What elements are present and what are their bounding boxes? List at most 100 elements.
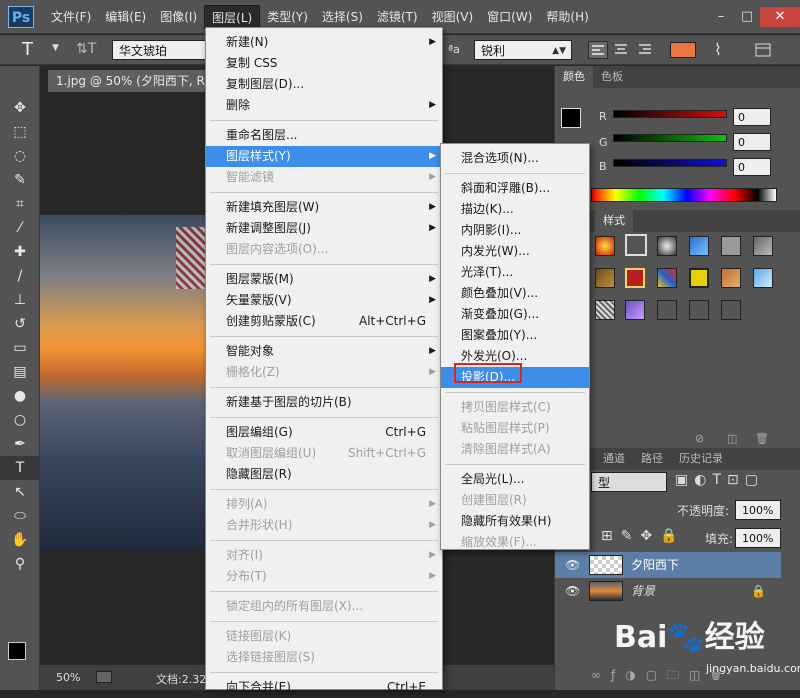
menu-item[interactable]: 隐藏所有效果(H): [441, 511, 589, 532]
channel-r-value[interactable]: 0: [733, 108, 771, 126]
tab-history[interactable]: 历史记录: [671, 448, 731, 470]
warp-text-icon[interactable]: ⌇: [714, 40, 722, 59]
menu-layer[interactable]: 图层(L): [204, 4, 261, 29]
opacity-value[interactable]: 100%: [735, 500, 781, 520]
style-swatch[interactable]: [595, 236, 615, 256]
menu-item[interactable]: 描边(K)...: [441, 199, 589, 220]
new-style-icon[interactable]: ◫: [727, 432, 737, 445]
menu-item[interactable]: 颜色叠加(V)...: [441, 283, 589, 304]
menu-item[interactable]: 删除 ▶: [206, 95, 442, 116]
menu-item[interactable]: 复制 CSS: [206, 53, 442, 74]
style-swatch[interactable]: [753, 268, 773, 288]
tab-channels[interactable]: 通道: [595, 448, 633, 470]
channel-b-value[interactable]: 0: [733, 158, 771, 176]
tool-preset-arrow-icon[interactable]: ▼: [52, 43, 59, 53]
crop-tool-icon[interactable]: ⌗: [0, 192, 40, 216]
tab-paths[interactable]: 路径: [633, 448, 671, 470]
menu-edit[interactable]: 编辑(E): [98, 5, 153, 29]
menu-item[interactable]: 斜面和浮雕(B)...: [441, 178, 589, 199]
delete-style-icon[interactable]: 🗑: [755, 432, 769, 445]
visibility-eye-icon[interactable]: 👁: [565, 578, 580, 604]
style-swatch[interactable]: [721, 268, 741, 288]
text-color-swatch[interactable]: [670, 42, 696, 58]
visibility-eye-icon[interactable]: 👁: [565, 552, 580, 578]
style-swatch[interactable]: [657, 300, 677, 320]
eyedropper-tool-icon[interactable]: ⁄: [0, 216, 40, 240]
menu-file[interactable]: 文件(F): [44, 5, 98, 29]
color-fg-swatch[interactable]: [561, 108, 581, 128]
menu-item[interactable]: 混合选项(N)...: [441, 148, 589, 169]
close-button[interactable]: ✕: [760, 6, 800, 27]
menu-item[interactable]: 新建基于图层的切片(B): [206, 392, 442, 413]
pen-tool-icon[interactable]: ✒: [0, 432, 40, 456]
menu-item[interactable]: 隐藏图层(R): [206, 464, 442, 485]
fill-value[interactable]: 100%: [735, 528, 781, 548]
tab-color[interactable]: 颜色: [555, 66, 593, 88]
style-swatch[interactable]: [721, 300, 741, 320]
path-select-tool-icon[interactable]: ↖: [0, 480, 40, 504]
marquee-tool-icon[interactable]: ⬚: [0, 120, 40, 144]
menu-window[interactable]: 窗口(W): [480, 5, 539, 29]
menu-filter[interactable]: 滤镜(T): [370, 5, 425, 29]
menu-select[interactable]: 选择(S): [315, 5, 370, 29]
hand-tool-icon[interactable]: ✋: [0, 528, 40, 552]
layer-name[interactable]: 夕阳西下: [631, 552, 679, 578]
menu-type[interactable]: 类型(Y): [260, 5, 315, 29]
align-left-button[interactable]: [588, 41, 608, 59]
menu-item[interactable]: 新建(N) ▶: [206, 32, 442, 53]
menu-item[interactable]: 创建剪贴蒙版(C) Alt+Ctrl+G: [206, 311, 442, 332]
style-swatch[interactable]: [689, 236, 709, 256]
style-swatch[interactable]: [625, 300, 645, 320]
menu-item[interactable]: 向下合并(E) Ctrl+E: [206, 677, 442, 698]
style-swatch[interactable]: [595, 268, 615, 288]
gradient-tool-icon[interactable]: ▤: [0, 360, 40, 384]
maximize-button[interactable]: □: [734, 7, 760, 27]
blur-tool-icon[interactable]: ●: [0, 384, 40, 408]
move-tool-icon[interactable]: ✥: [0, 96, 40, 120]
menu-item[interactable]: 新建调整图层(J) ▶: [206, 218, 442, 239]
style-swatch[interactable]: [657, 236, 677, 256]
brush-tool-icon[interactable]: ∕: [0, 264, 40, 288]
font-family-select[interactable]: 华文琥珀: [112, 40, 206, 60]
menu-item[interactable]: 图层编组(G) Ctrl+G: [206, 422, 442, 443]
quick-select-tool-icon[interactable]: ✎: [0, 168, 40, 192]
tab-swatches[interactable]: 色板: [593, 66, 631, 88]
clear-style-icon[interactable]: ⊘: [695, 432, 704, 445]
layer-row-background[interactable]: 👁 背景 🔒: [555, 578, 781, 604]
foreground-color-swatch[interactable]: [8, 642, 26, 660]
layer-name[interactable]: 背景: [631, 578, 655, 604]
menu-item[interactable]: 图案叠加(Y)...: [441, 325, 589, 346]
menu-item[interactable]: 内阴影(I)...: [441, 220, 589, 241]
eraser-tool-icon[interactable]: ▭: [0, 336, 40, 360]
align-right-button[interactable]: [636, 41, 656, 59]
style-swatch[interactable]: [595, 300, 615, 320]
layer-row-sunset[interactable]: 👁 夕阳西下: [555, 552, 781, 578]
channel-r-slider[interactable]: [613, 110, 727, 118]
channel-b-slider[interactable]: [613, 159, 727, 167]
align-center-button[interactable]: [612, 41, 632, 59]
menu-item[interactable]: 渐变叠加(G)...: [441, 304, 589, 325]
layer-kind-filter[interactable]: 型: [591, 472, 667, 492]
menu-help[interactable]: 帮助(H): [539, 5, 595, 29]
anti-alias-select[interactable]: 锐利 ▲▼: [474, 40, 572, 60]
menu-item[interactable]: 全局光(L)...: [441, 469, 589, 490]
menu-item[interactable]: 内发光(W)...: [441, 241, 589, 262]
menu-item[interactable]: 新建填充图层(W) ▶: [206, 197, 442, 218]
document-tab[interactable]: 1.jpg @ 50% (夕阳西下, RGB: [48, 70, 208, 92]
style-swatch[interactable]: [753, 236, 773, 256]
minimize-button[interactable]: –: [708, 7, 734, 27]
channel-g-slider[interactable]: [613, 134, 727, 142]
style-swatch[interactable]: [721, 236, 741, 256]
style-swatch[interactable]: [689, 268, 709, 288]
style-swatch[interactable]: [689, 300, 709, 320]
clone-stamp-icon[interactable]: ⊥: [0, 288, 40, 312]
lasso-tool-icon[interactable]: ◌: [0, 144, 40, 168]
lock-icons[interactable]: ⊞✎✥🔒: [601, 528, 686, 544]
layer-filter-icons[interactable]: ▣◐T⊡▢: [675, 472, 764, 488]
text-orientation-icon[interactable]: ⇅T: [76, 41, 96, 57]
healing-brush-icon[interactable]: ✚: [0, 240, 40, 264]
menu-item[interactable]: 图层样式(Y) ▶: [206, 146, 442, 167]
type-tool-icon[interactable]: T: [0, 456, 40, 480]
status-options-icon[interactable]: [96, 671, 112, 683]
menu-item[interactable]: 矢量蒙版(V) ▶: [206, 290, 442, 311]
